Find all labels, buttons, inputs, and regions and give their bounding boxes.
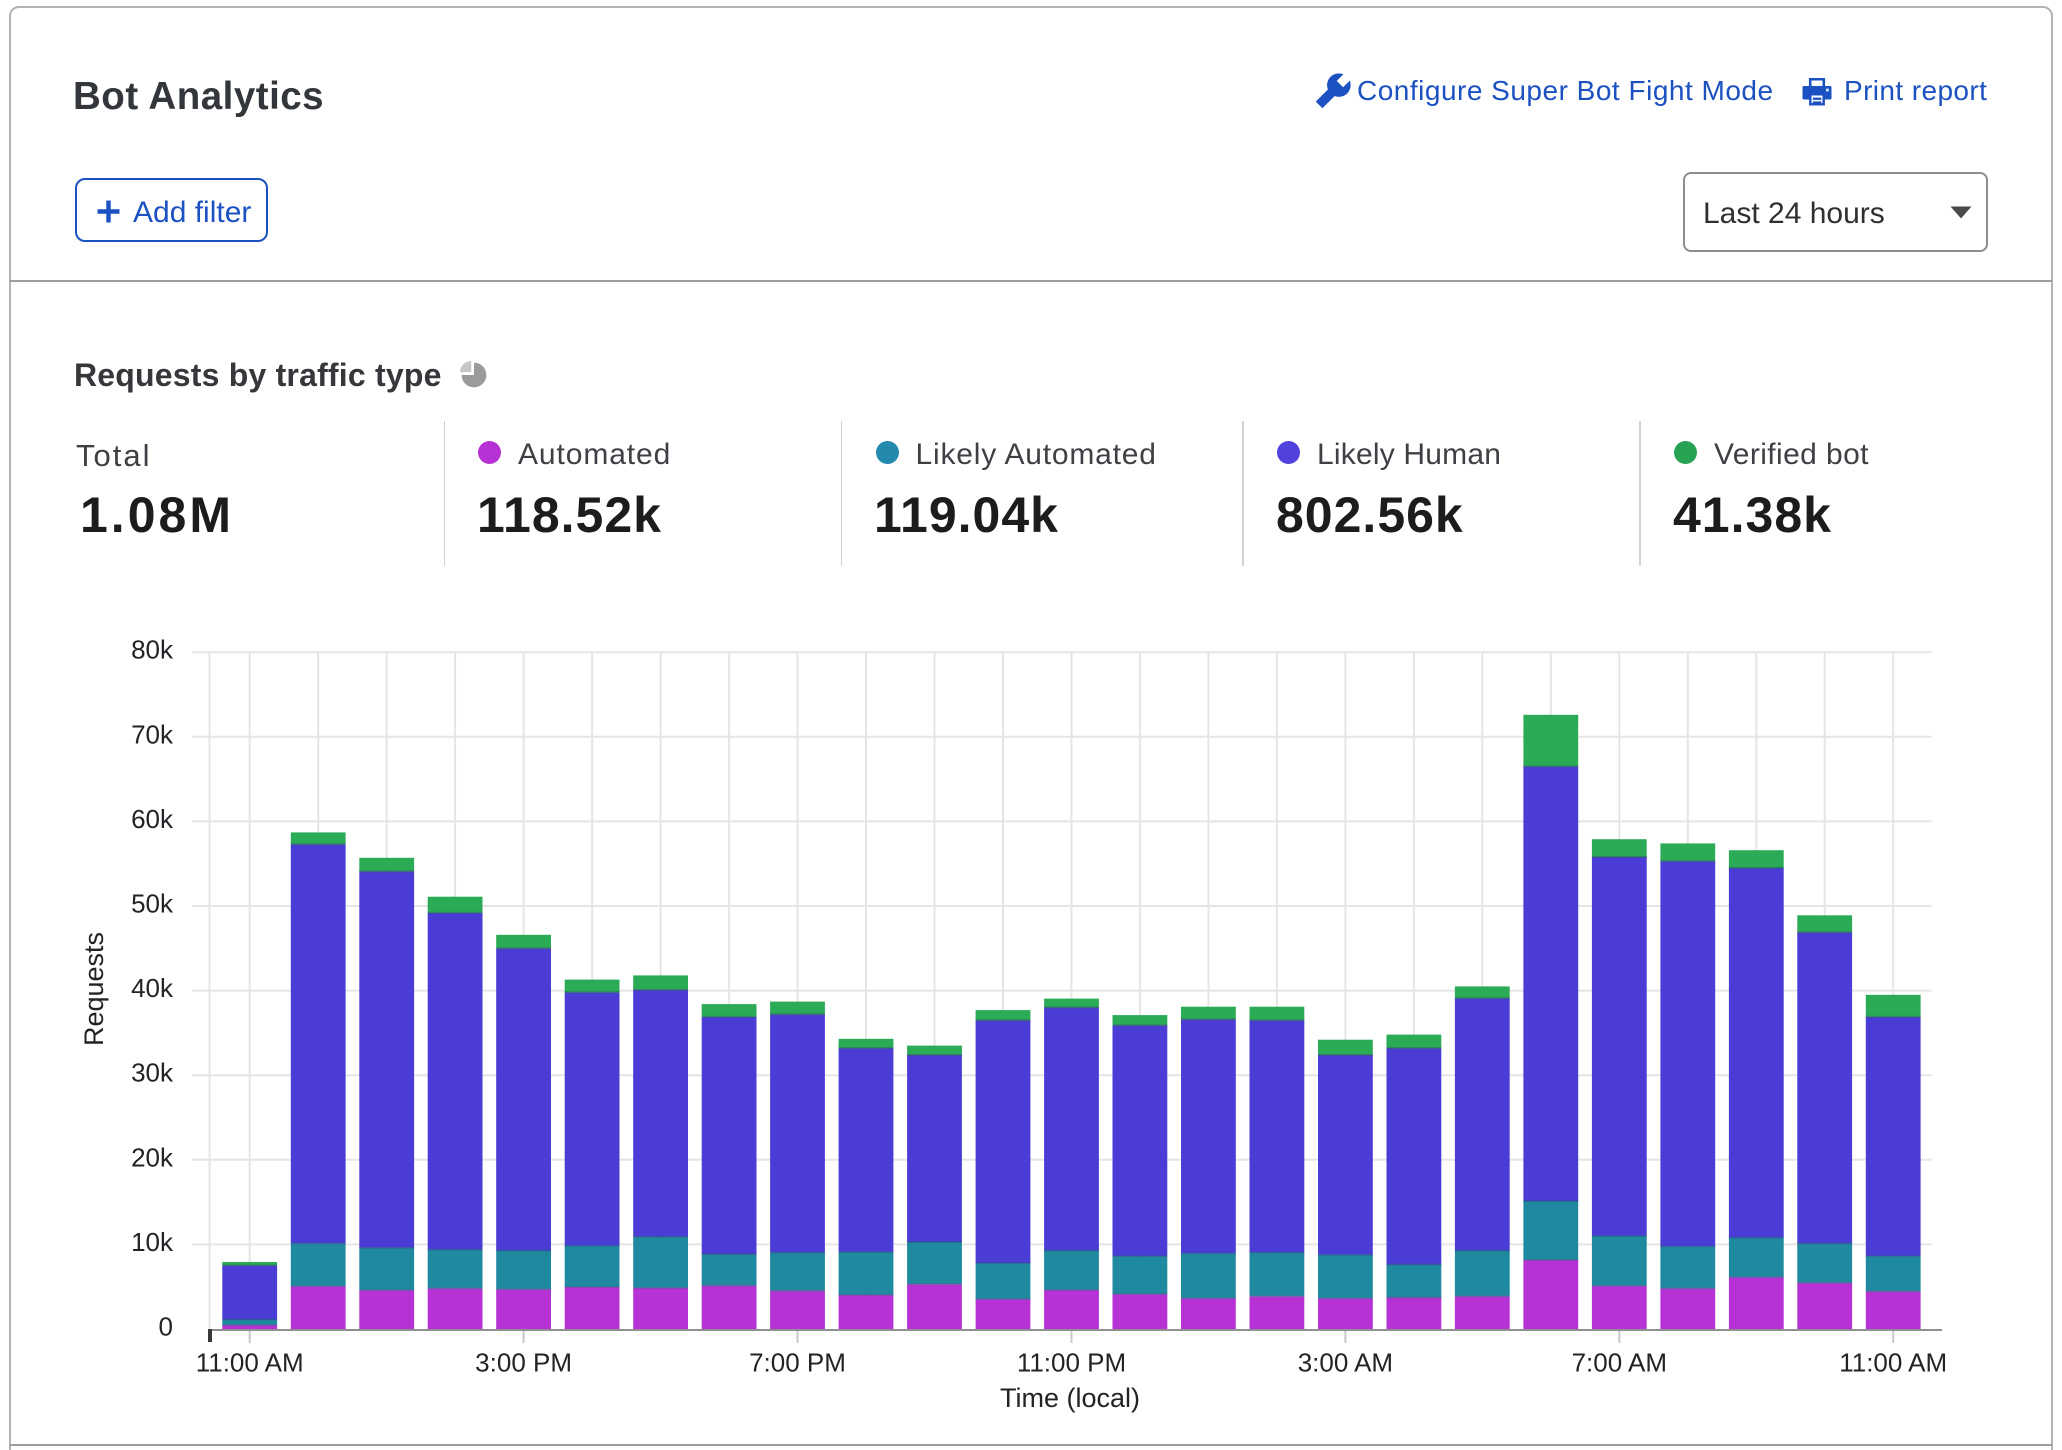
svg-text:40k: 40k	[131, 973, 174, 1003]
svg-text:0: 0	[159, 1312, 173, 1342]
svg-text:80k: 80k	[131, 635, 174, 665]
svg-text:70k: 70k	[131, 719, 174, 749]
svg-text:3:00 AM: 3:00 AM	[1298, 1348, 1393, 1378]
svg-text:50k: 50k	[131, 889, 174, 919]
svg-text:10k: 10k	[131, 1227, 174, 1257]
svg-text:30k: 30k	[131, 1058, 174, 1088]
svg-text:11:00 PM: 11:00 PM	[1017, 1348, 1126, 1378]
svg-text:20k: 20k	[131, 1142, 174, 1172]
svg-text:11:00 AM: 11:00 AM	[1839, 1348, 1947, 1378]
svg-text:60k: 60k	[131, 804, 174, 834]
svg-text:11:00 AM: 11:00 AM	[196, 1348, 304, 1378]
svg-text:Time (local): Time (local)	[1000, 1383, 1140, 1413]
svg-text:7:00 AM: 7:00 AM	[1572, 1348, 1667, 1378]
svg-text:3:00 PM: 3:00 PM	[475, 1348, 572, 1378]
svg-text:7:00 PM: 7:00 PM	[749, 1348, 846, 1378]
svg-text:Requests: Requests	[79, 932, 109, 1046]
